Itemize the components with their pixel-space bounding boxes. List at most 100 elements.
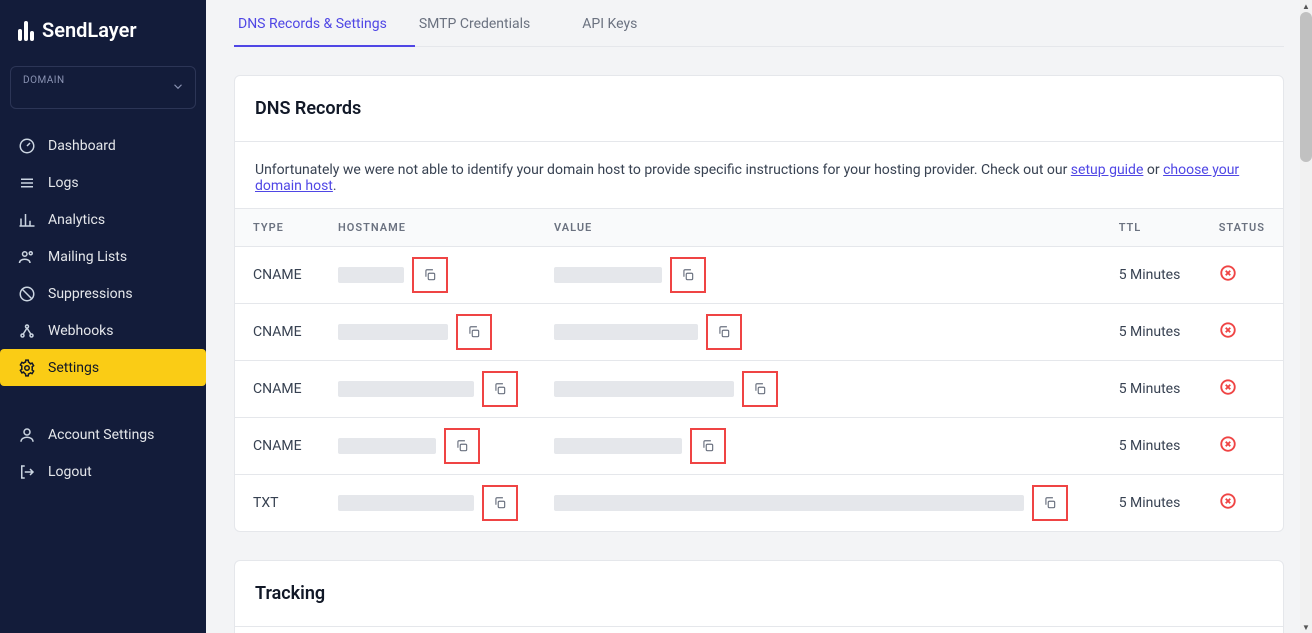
copy-value-button[interactable]: [1038, 491, 1062, 515]
dns-records-table: TYPE HOSTNAME VALUE TTL STATUS CNAME 5 Mi…: [235, 208, 1283, 531]
record-value: [554, 324, 698, 340]
copy-highlight: [1032, 485, 1068, 521]
copy-highlight: [742, 371, 778, 407]
dns-record-row: CNAME 5 Minutes: [235, 304, 1283, 361]
sidebar-item-logs[interactable]: Logs: [0, 164, 206, 201]
tab-dns[interactable]: DNS Records & Settings: [234, 0, 415, 46]
col-ttl: TTL: [1101, 209, 1201, 247]
copy-value-button[interactable]: [676, 263, 700, 287]
record-value: [554, 381, 734, 397]
sidebar-item-logout[interactable]: Logout: [0, 453, 206, 490]
copy-highlight: [482, 371, 518, 407]
sidebar-item-label: Webhooks: [48, 323, 114, 339]
col-value: VALUE: [536, 209, 1101, 247]
record-hostname: [338, 438, 436, 454]
brand-name: SendLayer: [42, 18, 137, 42]
dns-intro-text: Unfortunately we were not able to identi…: [255, 162, 1071, 178]
sidebar-item-label: Mailing Lists: [48, 249, 127, 265]
settings-tabs: DNS Records & Settings SMTP Credentials …: [234, 0, 1284, 47]
copy-highlight: [444, 428, 480, 464]
tab-smtp[interactable]: SMTP Credentials: [415, 0, 550, 46]
webhook-icon: [18, 322, 36, 340]
scroll-up-icon[interactable]: ▲: [1300, 0, 1312, 12]
sidebar-item-account-settings[interactable]: Account Settings: [0, 416, 206, 453]
copy-highlight: [456, 314, 492, 350]
record-hostname: [338, 381, 474, 397]
record-type: CNAME: [235, 304, 320, 361]
dns-intro-or: or: [1143, 162, 1163, 178]
sidebar-item-suppressions[interactable]: Suppressions: [0, 275, 206, 312]
copy-value-button[interactable]: [696, 434, 720, 458]
sidebar-item-label: Analytics: [48, 212, 105, 228]
sidebar-item-label: Logout: [48, 464, 92, 480]
copy-hostname-button[interactable]: [488, 491, 512, 515]
record-value: [554, 267, 662, 283]
tracking-card: Tracking Click tracking When click track…: [234, 560, 1284, 633]
col-hostname: HOSTNAME: [320, 209, 536, 247]
sidebar-item-label: Logs: [48, 175, 79, 191]
tab-api[interactable]: API Keys: [578, 0, 657, 46]
dns-intro: Unfortunately we were not able to identi…: [235, 142, 1283, 208]
record-value: [554, 495, 1024, 511]
copy-value-button[interactable]: [712, 320, 736, 344]
dns-record-row: CNAME5 Minutes: [235, 361, 1283, 418]
dns-intro-end: .: [333, 178, 337, 194]
copy-value-button[interactable]: [748, 377, 772, 401]
status-error-icon: [1219, 321, 1237, 339]
col-type: TYPE: [235, 209, 320, 247]
status-error-icon: [1219, 264, 1237, 282]
record-type: CNAME: [235, 247, 320, 304]
copy-highlight: [412, 257, 448, 293]
copy-hostname-button[interactable]: [462, 320, 486, 344]
status-error-icon: [1219, 492, 1237, 510]
record-value: [554, 438, 682, 454]
copy-hostname-button[interactable]: [418, 263, 442, 287]
logout-icon: [18, 463, 36, 481]
setup-guide-link[interactable]: setup guide: [1071, 162, 1144, 178]
users-icon: [18, 248, 36, 266]
gauge-icon: [18, 137, 36, 155]
scroll-down-icon[interactable]: ▼: [1300, 621, 1312, 633]
dns-record-row: TXT 5 Minutes: [235, 475, 1283, 532]
record-type: TXT: [235, 475, 320, 532]
domain-selector-value: [23, 86, 183, 100]
copy-highlight: [690, 428, 726, 464]
chart-bar-icon: [18, 211, 36, 229]
record-ttl: 5 Minutes: [1101, 418, 1201, 475]
sidebar-item-settings[interactable]: Settings: [0, 349, 206, 386]
scroll-thumb[interactable]: [1300, 12, 1312, 162]
dns-record-row: CNAME 5 Minutes: [235, 418, 1283, 475]
ban-icon: [18, 285, 36, 303]
copy-highlight: [670, 257, 706, 293]
sidebar-item-label: Account Settings: [48, 427, 154, 443]
col-status: STATUS: [1201, 209, 1283, 247]
dns-record-row: CNAME 5 Minutes: [235, 247, 1283, 304]
sidebar-item-webhooks[interactable]: Webhooks: [0, 312, 206, 349]
vertical-scrollbar[interactable]: ▲ ▼: [1300, 0, 1312, 633]
record-hostname: [338, 267, 404, 283]
copy-highlight: [706, 314, 742, 350]
sidebar-item-dashboard[interactable]: Dashboard: [0, 127, 206, 164]
tracking-title: Tracking: [235, 561, 1283, 627]
record-ttl: 5 Minutes: [1101, 304, 1201, 361]
record-type: CNAME: [235, 418, 320, 475]
sidebar-item-analytics[interactable]: Analytics: [0, 201, 206, 238]
record-type: CNAME: [235, 361, 320, 418]
record-ttl: 5 Minutes: [1101, 475, 1201, 532]
record-ttl: 5 Minutes: [1101, 247, 1201, 304]
gear-icon: [18, 359, 36, 377]
copy-highlight: [482, 485, 518, 521]
sidebar-item-mailing-lists[interactable]: Mailing Lists: [0, 238, 206, 275]
brand-logo-icon: [18, 19, 34, 41]
dns-records-card: DNS Records Unfortunately we were not ab…: [234, 75, 1284, 532]
sidebar-item-label: Dashboard: [48, 138, 116, 154]
status-error-icon: [1219, 378, 1237, 396]
domain-selector-label: DOMAIN: [23, 75, 183, 86]
copy-hostname-button[interactable]: [488, 377, 512, 401]
copy-hostname-button[interactable]: [450, 434, 474, 458]
brand-logo: SendLayer: [0, 18, 206, 60]
domain-selector[interactable]: DOMAIN: [10, 66, 196, 109]
sidebar-item-label: Suppressions: [48, 286, 133, 302]
dns-records-title: DNS Records: [235, 76, 1283, 142]
chevron-down-icon: [171, 78, 185, 97]
